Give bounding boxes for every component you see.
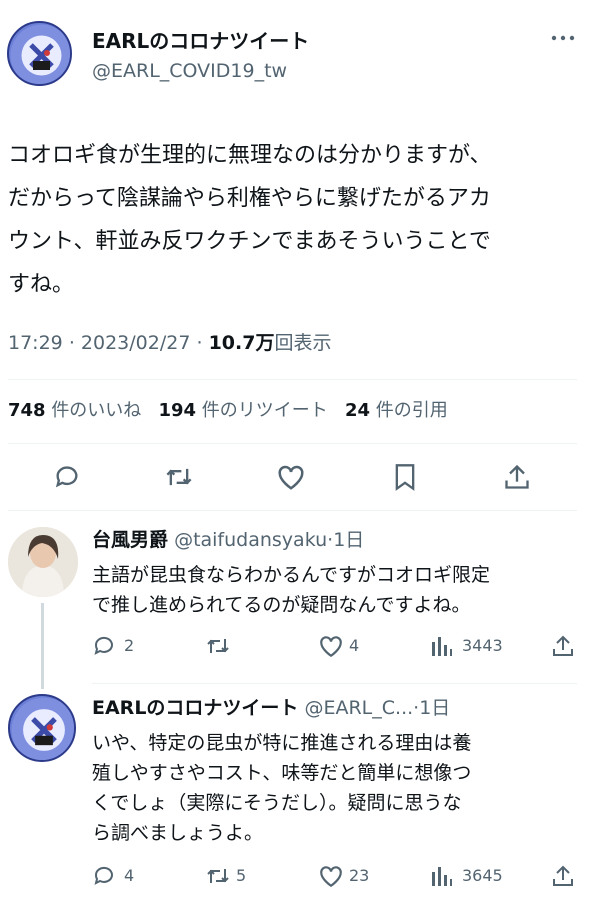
reply-body-line: で推し進められてるのが疑問なんですよね。: [92, 594, 471, 616]
author-display-name[interactable]: EARLのコロナツイート: [92, 29, 309, 53]
like-count: 4: [349, 636, 360, 655]
engagement-stats: 748 件のいいね 194 件のリツイート 24 件の引用: [8, 398, 448, 424]
tweet-body-line: すね。: [8, 272, 75, 297]
quotes-label: 件の引用: [375, 400, 448, 421]
reply-body-line: 殖しやすさやコスト、味等だと簡単に想像つ: [92, 762, 472, 784]
reply-count: 4: [124, 866, 135, 885]
reply-avatar[interactable]: [8, 694, 76, 762]
reply-body-line: ら調べましょうよ。: [92, 822, 264, 844]
likes-count: 748: [8, 400, 46, 421]
separator: ·: [68, 332, 75, 354]
reply-header: EARLのコロナツイート @EARL_C...·1日: [92, 696, 450, 720]
tweet-date[interactable]: 2023/02/27: [81, 332, 191, 354]
reply-count: 2: [124, 636, 135, 655]
tweet-meta: 17:29 · 2023/02/27 · 10.7万回表示: [8, 330, 331, 356]
views-label: 回表示: [274, 332, 332, 354]
tweet-body-line: ウント、軒並み反ワクチンでまあそういうことで: [8, 229, 491, 254]
views-icon[interactable]: [431, 634, 453, 658]
reply-body: 主語が昆虫食ならわかるんですがコオロギ限定 で推し進められてるのが疑問なんですよ…: [92, 560, 490, 620]
reply-body: いや、特定の昆虫が特に推進される理由は養 殖しやすさやコスト、味等だと簡単に想像…: [92, 728, 471, 848]
retweets-stat[interactable]: 194 件のリツイート: [158, 400, 327, 421]
retweet-count: 5: [236, 866, 247, 885]
more-icon[interactable]: [551, 33, 575, 43]
thread-line: [41, 603, 44, 689]
views-count: 10.7万: [208, 332, 275, 354]
views-count: 3443: [462, 636, 503, 655]
separator: ·: [196, 332, 203, 354]
reply-icon[interactable]: [92, 864, 116, 888]
share-icon[interactable]: [552, 634, 574, 658]
retweets-count: 194: [158, 400, 197, 421]
author-avatar[interactable]: [7, 21, 72, 86]
tweet-body-line: だからって陰謀論やら利権やらに繋げたがるアカ: [8, 186, 491, 211]
views-icon[interactable]: [431, 864, 453, 888]
share-icon[interactable]: [552, 864, 574, 888]
avatar-emblem-icon: [10, 24, 70, 84]
reply-header: 台風男爵 @taifudansyaku·1日: [92, 528, 364, 552]
retweet-icon[interactable]: [163, 463, 195, 491]
quotes-stat[interactable]: 24 件の引用: [345, 400, 448, 421]
reply-handle[interactable]: @EARL_C...: [304, 697, 413, 719]
avatar-emblem-icon: [11, 697, 74, 760]
like-icon[interactable]: [318, 864, 344, 888]
retweets-label: 件のリツイート: [201, 400, 328, 421]
bookmark-icon[interactable]: [393, 463, 417, 491]
reply-time[interactable]: 1日: [419, 697, 450, 719]
reply-body-line: くでしょ（実際にそうだし）。疑問に思うな: [92, 792, 462, 814]
retweet-icon[interactable]: [204, 864, 232, 888]
tweet-time[interactable]: 17:29: [8, 332, 63, 354]
like-count: 23: [349, 866, 370, 885]
reply-body-line: 主語が昆虫食ならわかるんですがコオロギ限定: [92, 564, 491, 586]
retweet-icon[interactable]: [204, 634, 232, 658]
divider: [8, 510, 577, 511]
reply-icon[interactable]: [53, 463, 81, 491]
like-icon[interactable]: [318, 634, 344, 658]
reply-display-name[interactable]: EARLのコロナツイート: [92, 697, 298, 719]
likes-stat[interactable]: 748 件のいいね: [8, 400, 141, 421]
reply-display-name[interactable]: 台風男爵: [92, 529, 168, 551]
tweet-body: コオロギ食が生理的に無理なのは分かりますが、 だからって陰謀論やら利権やらに繋げ…: [8, 134, 492, 306]
reply-time[interactable]: 1日: [333, 529, 364, 551]
reply-avatar[interactable]: [8, 527, 78, 597]
person-photo-icon: [8, 527, 78, 597]
divider: [92, 683, 577, 684]
views-count: 3645: [462, 866, 503, 885]
quotes-count: 24: [344, 400, 371, 421]
divider: [8, 379, 577, 380]
like-icon[interactable]: [276, 463, 306, 491]
reply-icon[interactable]: [92, 634, 116, 658]
tweet-body-line: コオロギ食が生理的に無理なのは分かりますが、: [8, 143, 492, 168]
reply-body-line: いや、特定の昆虫が特に推進される理由は養: [92, 732, 472, 754]
likes-label: 件のいいね: [51, 400, 142, 421]
divider: [8, 443, 577, 444]
author-handle[interactable]: @EARL_COVID19_tw: [92, 59, 287, 83]
reply-handle[interactable]: @taifudansyaku: [174, 529, 327, 551]
share-icon[interactable]: [504, 463, 530, 491]
